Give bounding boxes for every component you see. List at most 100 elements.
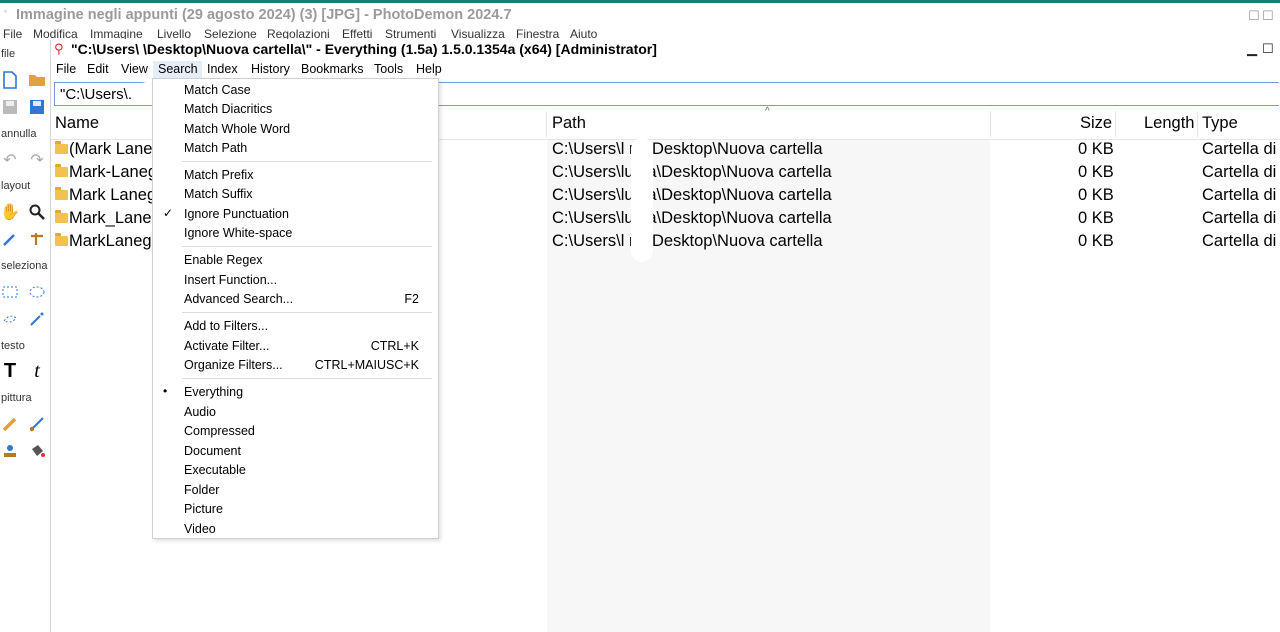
menu-item-activate-filter[interactable]: Activate Filter... CTRL+K	[153, 336, 438, 355]
sort-ascending-icon: ^	[765, 106, 770, 117]
row-path: C:\Users\lu na\Desktop\Nuova cartella	[552, 163, 832, 181]
menu-item-match-path[interactable]: Match Path	[153, 138, 438, 157]
pd-menu-modifica[interactable]: Modifica	[33, 27, 78, 39]
text-tool-icon[interactable]: T	[0, 360, 20, 382]
radio-bullet-icon: •	[163, 384, 168, 398]
menu-item-label: Match Case	[184, 83, 251, 97]
ev-menu-tools[interactable]: Tools	[374, 61, 403, 79]
lasso-select-icon[interactable]	[0, 309, 20, 329]
open-folder-icon[interactable]	[27, 70, 47, 90]
menu-item-label: Insert Function...	[184, 273, 278, 287]
save-as-icon[interactable]	[27, 97, 47, 117]
pd-menu-visualizza[interactable]: Visualizza	[451, 27, 505, 39]
column-divider[interactable]	[546, 111, 547, 137]
column-divider[interactable]	[990, 111, 991, 137]
typography-tool-icon[interactable]: t	[27, 360, 47, 382]
new-file-icon[interactable]	[0, 70, 20, 90]
column-divider[interactable]	[1115, 111, 1116, 137]
menu-item-match-whole-word[interactable]: Match Whole Word	[153, 119, 438, 138]
crop-icon[interactable]	[27, 229, 47, 249]
menu-item-match-suffix[interactable]: Match Suffix	[153, 184, 438, 203]
brush-icon[interactable]	[27, 414, 47, 434]
save-icon[interactable]	[0, 97, 20, 117]
ev-menu-file[interactable]: File	[56, 61, 76, 79]
pd-menu-immagine[interactable]: Immagine	[90, 27, 143, 39]
folder-icon	[55, 233, 68, 246]
pd-menu-regolazioni[interactable]: Regolazioni	[267, 27, 330, 39]
menu-item-filter-document[interactable]: Document	[153, 441, 438, 460]
everything-maximize-icon[interactable]: ☐	[1262, 41, 1274, 57]
column-header-name[interactable]: Name	[55, 114, 99, 133]
menu-item-match-diacritics[interactable]: Match Diacritics	[153, 99, 438, 118]
photodemon-window-title: Immagine negli appunti (29 agosto 2024) …	[16, 7, 512, 23]
clone-stamp-icon[interactable]	[0, 441, 20, 461]
toolbox-label-annulla: annulla	[1, 128, 37, 140]
pencil-icon[interactable]	[0, 414, 20, 434]
menu-item-filter-picture[interactable]: Picture	[153, 499, 438, 518]
menu-item-filter-folder[interactable]: Folder	[153, 480, 438, 499]
column-header-type[interactable]: Type	[1202, 114, 1238, 133]
menu-separator	[182, 161, 432, 162]
ev-menu-view[interactable]: View	[121, 61, 148, 79]
ev-menu-search[interactable]: Search	[153, 61, 202, 79]
search-dropdown-menu: Match Case Match Diacritics Match Whole …	[152, 78, 439, 539]
redo-icon[interactable]: ↷	[27, 150, 47, 170]
pd-menu-selezione[interactable]: Selezione	[204, 27, 257, 39]
menu-item-filter-everything[interactable]: • Everything	[153, 382, 438, 401]
menu-item-shortcut: F2	[404, 292, 419, 306]
menu-separator	[182, 312, 432, 313]
folder-icon	[55, 187, 68, 200]
photodemon-menubar: File Modifica Immagine Livello Selezione…	[0, 27, 1280, 39]
menu-item-organize-filters[interactable]: Organize Filters... CTRL+MAIUSC+K	[153, 355, 438, 374]
row-size: 0 KB	[1078, 163, 1114, 181]
row-path: C:\Users\l na\Desktop\Nuova cartella	[552, 140, 823, 158]
column-divider[interactable]	[1197, 111, 1198, 137]
menu-item-add-to-filters[interactable]: Add to Filters...	[153, 316, 438, 335]
menu-item-filter-compressed[interactable]: Compressed	[153, 421, 438, 440]
eyedropper-icon[interactable]	[0, 229, 20, 249]
menu-item-filter-audio[interactable]: Audio	[153, 402, 438, 421]
pd-menu-aiuto[interactable]: Aiuto	[570, 27, 597, 39]
pd-menu-effetti[interactable]: Effetti	[342, 27, 372, 39]
ev-menu-bookmarks[interactable]: Bookmarks	[301, 61, 364, 79]
row-path: C:\Users\lu na\Desktop\Nuova cartella	[552, 186, 832, 204]
menu-item-match-prefix[interactable]: Match Prefix	[153, 165, 438, 184]
ev-menu-help[interactable]: Help	[416, 61, 442, 79]
pd-menu-livello[interactable]: Livello	[157, 27, 191, 39]
menu-separator	[182, 246, 432, 247]
menu-item-enable-regex[interactable]: Enable Regex	[153, 250, 438, 269]
folder-icon	[55, 164, 68, 177]
minimize-icon[interactable]: ☐	[1248, 8, 1260, 24]
menu-item-advanced-search[interactable]: Advanced Search... F2	[153, 289, 438, 308]
toolbox-label-pittura: pittura	[1, 392, 32, 404]
row-type: Cartella di	[1202, 140, 1277, 158]
pd-menu-finestra[interactable]: Finestra	[516, 27, 559, 39]
pd-menu-strumenti[interactable]: Strumenti	[385, 27, 436, 39]
everything-app-icon: ⚲	[54, 41, 64, 56]
ev-menu-edit[interactable]: Edit	[87, 61, 109, 79]
rect-select-icon[interactable]	[0, 282, 20, 302]
toolbox-label-file: file	[1, 48, 16, 60]
hand-icon[interactable]: ✋	[0, 202, 20, 222]
magic-wand-icon[interactable]	[27, 309, 47, 329]
column-header-path[interactable]: Path	[552, 114, 586, 133]
menu-item-filter-video[interactable]: Video	[153, 519, 438, 538]
column-header-length[interactable]: Length	[1144, 114, 1194, 133]
maximize-icon[interactable]: ☐	[1262, 8, 1274, 24]
ev-menu-index[interactable]: Index	[207, 61, 238, 79]
everything-minimize-icon[interactable]: ▁	[1247, 41, 1257, 57]
pd-menu-file[interactable]: File	[3, 27, 22, 39]
zoom-icon[interactable]	[27, 202, 47, 222]
paint-bucket-icon[interactable]	[27, 441, 47, 461]
menu-item-filter-executable[interactable]: Executable	[153, 460, 438, 479]
ev-menu-history[interactable]: History	[251, 61, 290, 79]
toolbox-label-layout: layout	[1, 180, 31, 192]
menu-item-ignore-punctuation[interactable]: ✓ Ignore Punctuation	[153, 204, 438, 223]
photodemon-title-bar: ° Immagine negli appunti (29 agosto 2024…	[0, 0, 1280, 28]
ellipse-select-icon[interactable]	[27, 282, 47, 302]
column-header-size[interactable]: Size	[1080, 114, 1112, 133]
menu-item-insert-function[interactable]: Insert Function...	[153, 270, 438, 289]
undo-icon[interactable]: ↶	[0, 150, 20, 170]
menu-item-ignore-white-space[interactable]: Ignore White-space	[153, 223, 438, 242]
menu-item-match-case[interactable]: Match Case	[153, 80, 438, 99]
